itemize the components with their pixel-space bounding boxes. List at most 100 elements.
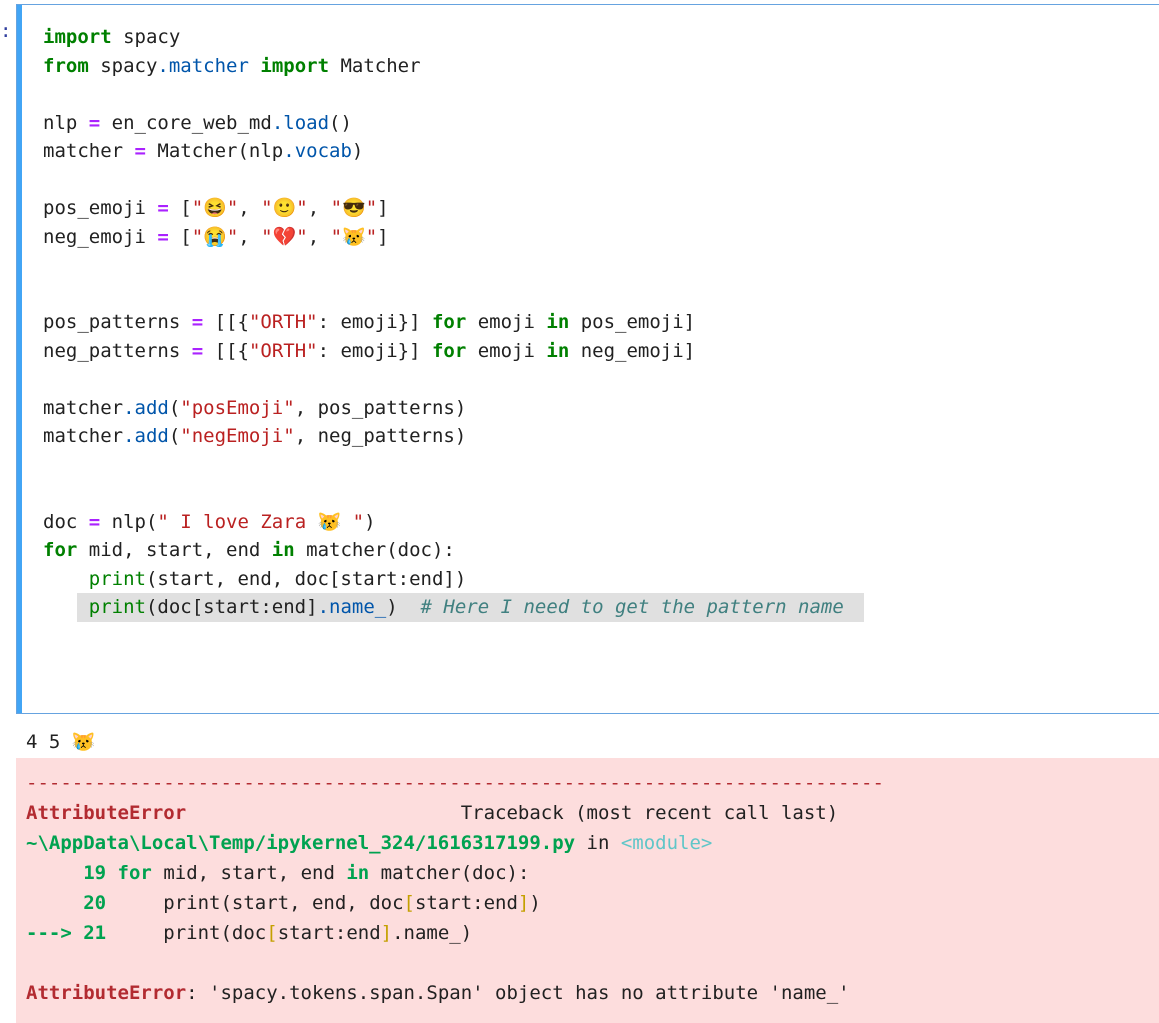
code-line: doc = nlp(" I love Zara 😿 ") [43, 508, 864, 537]
code-token: neg_emoji] [569, 339, 696, 362]
code-token: neg_patterns [43, 339, 192, 362]
traceback-code: .name_) [392, 922, 473, 944]
highlighted-selection: print(doc[start:end].name_) # Here I nee… [76, 593, 864, 622]
code-token: = [191, 311, 204, 333]
code-token: import [43, 26, 112, 48]
code-token: nlp [43, 111, 89, 134]
code-token: ) [351, 140, 364, 162]
code-token: = [191, 339, 204, 362]
code-token: [ [168, 225, 192, 248]
code-token: "ORTH" [248, 311, 318, 333]
traceback-code: in [346, 862, 370, 884]
code-token: print [88, 596, 146, 618]
traceback-code: matcher(doc): [369, 862, 530, 884]
code-token: pos_emoji [43, 197, 158, 219]
file-path: ~\AppData\Local\Temp/ipykernel_324/16163… [26, 832, 576, 854]
traceback-code: [ [266, 922, 278, 944]
code-token: "😆" [191, 197, 239, 219]
code-token: en_core_web_md [100, 111, 272, 134]
code-line: import spacy [43, 23, 864, 52]
traceback-code: for [117, 862, 152, 884]
code-token: .add [123, 396, 169, 419]
code-token: emoji [466, 311, 547, 333]
code-line: matcher.add("negEmoji", neg_patterns) [43, 422, 864, 451]
code-token: Matcher [329, 54, 421, 77]
code-token: "😎" [330, 197, 378, 219]
traceback-code [106, 862, 117, 884]
code-token: , [238, 225, 262, 248]
code-token: ] [377, 225, 389, 248]
code-token: (doc[start:end] [145, 596, 318, 618]
code-token: mid, start, end [77, 539, 272, 561]
traceback-code: print(doc [106, 922, 267, 944]
error-output: ----------------------------------------… [16, 758, 1159, 1023]
traceback-dashes: ----------------------------------------… [26, 772, 884, 794]
code-token: , [238, 197, 262, 219]
code-token: [[{ [203, 311, 249, 333]
code-token: ] [377, 197, 389, 219]
cell-prompt: : [0, 20, 12, 42]
code-token: for [431, 311, 467, 333]
code-token: doc [43, 510, 89, 533]
code-token: [ [168, 197, 192, 219]
code-line: print(doc[start:end].name_) # Here I nee… [43, 593, 864, 622]
traceback-line: AttributeError: 'spacy.tokens.span.Span'… [26, 978, 884, 1008]
cell-stdout: 4 5 😿 [26, 731, 96, 753]
traceback-code: start:end [414, 892, 518, 914]
code-token: = [157, 197, 169, 219]
code-token: matcher [43, 425, 124, 447]
code-token: .vocab [283, 140, 352, 162]
code-token: = [88, 111, 101, 134]
final-error-name: AttributeError [26, 982, 187, 1004]
traceback-line: ---> 21 print(doc[start:end].name_) [26, 918, 884, 948]
code-editor[interactable]: import spacy from spacy.matcher import Ma… [43, 23, 864, 622]
code-token: " I love Zara 😿 " [157, 510, 365, 533]
line-number: 21 [83, 922, 107, 944]
code-token: () [329, 111, 352, 134]
code-token: , neg_patterns) [294, 425, 467, 447]
code-token: import [260, 54, 330, 77]
code-token: in [546, 339, 570, 362]
code-token: "🙂" [261, 197, 308, 219]
code-cell[interactable]: import spacy from spacy.matcher import Ma… [16, 4, 1159, 714]
code-line: for mid, start, end in matcher(doc): [43, 536, 864, 565]
code-token: neg_emoji [43, 225, 158, 248]
code-token: ) [386, 596, 421, 618]
code-token: : emoji}] [317, 311, 432, 333]
code-token: "💔" [261, 225, 308, 248]
error-name: AttributeError [26, 802, 187, 824]
traceback-arrow [26, 862, 83, 884]
code-token: "ORTH" [248, 339, 318, 362]
code-line: print(start, end, doc[start:end]) [43, 565, 864, 594]
code-token: matcher(doc): [294, 539, 455, 561]
code-token: .matcher [157, 54, 249, 77]
traceback-code: ] [517, 892, 530, 914]
traceback-line: ----------------------------------------… [26, 768, 884, 798]
traceback-arrow: ---> [26, 922, 84, 944]
code-token: for [431, 339, 467, 362]
code-line: from spacy.matcher import Matcher [43, 52, 864, 81]
code-line: pos_emoji = ["😆", "🙂", "😎"] [43, 194, 864, 223]
code-token: , [307, 225, 331, 248]
code-line: matcher.add("posEmoji", pos_patterns) [43, 394, 864, 423]
code-token: "😭" [191, 225, 239, 248]
code-line: neg_emoji = ["😭", "💔", "😿"] [43, 223, 864, 252]
traceback-code: print(start, end, doc [106, 892, 404, 914]
code-token: .load [271, 111, 330, 134]
code-token: spacy [88, 54, 158, 77]
code-token: "😿" [330, 225, 378, 248]
traceback-code: mid, start, end [151, 862, 347, 884]
traceback: ----------------------------------------… [26, 768, 884, 1008]
code-token: # Here I need to get the pattern name [420, 596, 844, 618]
code-token: , pos_patterns) [294, 396, 467, 419]
code-line: neg_patterns = [[{"ORTH": emoji}] for em… [43, 337, 864, 366]
code-token: matcher [43, 140, 135, 162]
module-name: <module> [620, 832, 713, 854]
code-token: [[{ [203, 339, 249, 362]
line-number: 20 [83, 892, 107, 914]
